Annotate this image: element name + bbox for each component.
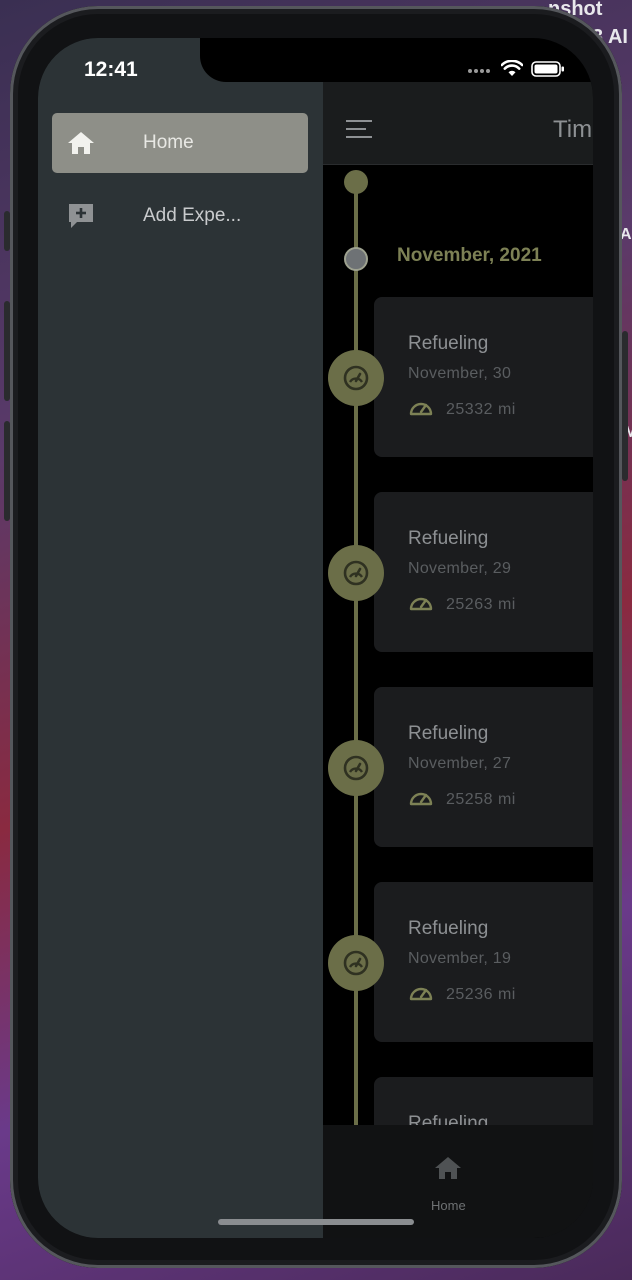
odometer-value: 25236 mi — [446, 985, 516, 1003]
event-title: Refueling — [408, 333, 489, 354]
side-button — [4, 421, 10, 521]
event-date: November, 27 — [408, 755, 512, 772]
refuel-node-icon — [328, 935, 384, 991]
drawer-item-label: Home — [143, 132, 194, 153]
odometer-value: 25263 mi — [446, 595, 516, 613]
event-date: November, 30 — [408, 365, 512, 382]
timeline-event-card[interactable]: Refueling November, 30 25332 mi — [374, 297, 593, 457]
event-title: Refueling — [408, 528, 489, 549]
speedometer-icon — [408, 982, 434, 1007]
bottom-nav-home-label: Home — [431, 1198, 466, 1213]
event-odometer: 25332 mi — [408, 397, 516, 422]
status-time: 12:41 — [84, 58, 138, 81]
status-icons — [467, 59, 565, 82]
month-marker — [344, 247, 368, 271]
event-title: Refueling — [408, 918, 489, 939]
add-comment-icon — [66, 201, 96, 231]
timeline-start-dot — [344, 170, 368, 194]
speedometer-icon — [408, 592, 434, 617]
timeline-event-card[interactable]: Refueling November, 19 25236 mi — [374, 882, 593, 1042]
app-bar: Tim — [323, 82, 593, 165]
wifi-icon — [500, 59, 524, 82]
app-title: Tim — [553, 116, 593, 143]
bottom-nav-home[interactable]: Home — [431, 1155, 466, 1213]
notch — [200, 38, 430, 82]
side-button — [622, 331, 628, 481]
phone-frame: 12:41 Tim November, 2021 Refueling Novem… — [4, 6, 628, 1268]
speedometer-icon — [408, 787, 434, 812]
event-odometer: 25263 mi — [408, 592, 516, 617]
menu-icon[interactable] — [346, 120, 372, 140]
home-icon — [66, 128, 96, 158]
drawer-item-label: Add Expe... — [143, 205, 242, 226]
refuel-node-icon — [328, 545, 384, 601]
side-button — [4, 301, 10, 401]
month-header: November, 2021 — [397, 245, 542, 266]
event-odometer: 25258 mi — [408, 787, 516, 812]
navigation-drawer: Home Add Expe... — [38, 38, 323, 1238]
odometer-value: 25332 mi — [446, 400, 516, 418]
signal-icon — [467, 62, 493, 80]
side-button — [4, 211, 10, 251]
event-odometer: 25236 mi — [408, 982, 516, 1007]
home-icon — [433, 1155, 463, 1186]
refuel-node-icon — [328, 350, 384, 406]
battery-icon — [531, 60, 565, 82]
refuel-node-icon — [328, 740, 384, 796]
event-date: November, 29 — [408, 560, 512, 577]
home-indicator — [218, 1219, 414, 1225]
phone-screen: 12:41 Tim November, 2021 Refueling Novem… — [38, 38, 593, 1238]
timeline-event-card[interactable]: Refueling November, 29 25263 mi — [374, 492, 593, 652]
speedometer-icon — [408, 397, 434, 422]
timeline-event-card[interactable]: Refueling November, 27 25258 mi — [374, 687, 593, 847]
odometer-value: 25258 mi — [446, 790, 516, 808]
event-title: Refueling — [408, 723, 489, 744]
event-date: November, 19 — [408, 950, 512, 967]
drawer-item-home[interactable]: Home — [52, 113, 308, 173]
drawer-item-add-expense[interactable]: Add Expe... — [52, 186, 308, 246]
